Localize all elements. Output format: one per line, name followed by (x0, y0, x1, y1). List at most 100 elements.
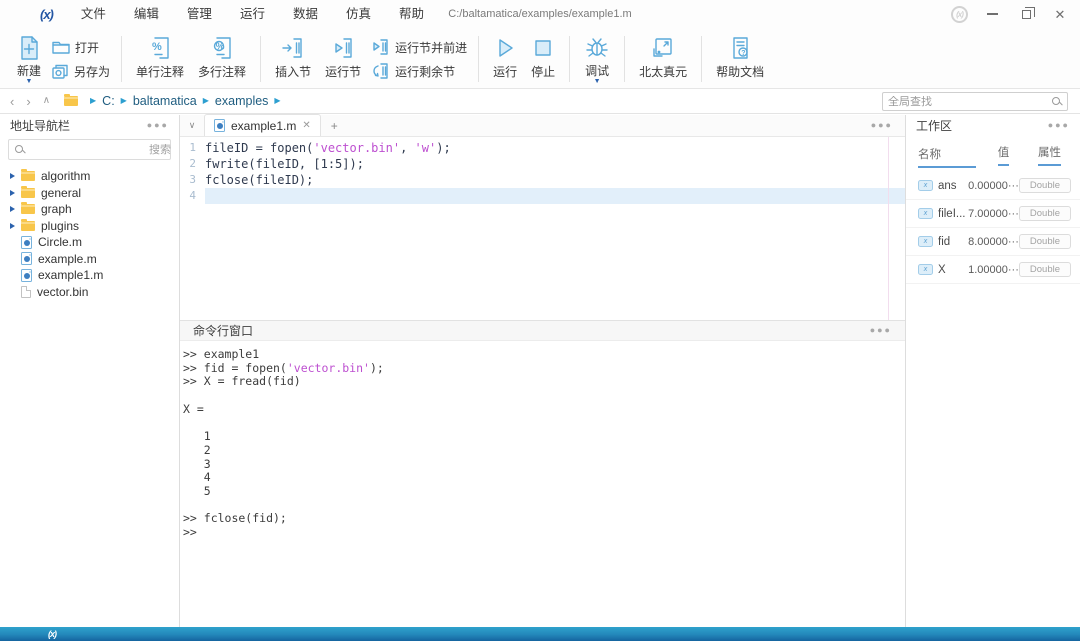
breadcrumb-arrow-icon: ▶ (121, 97, 127, 105)
new-file-icon (17, 34, 41, 61)
workspace-row-fileI[interactable]: xfileI...7.00000···Double (906, 200, 1080, 228)
code-line-1[interactable]: 1fileID = fopen('vector.bin', 'w'); (180, 140, 905, 156)
code-area[interactable]: 1fileID = fopen('vector.bin', 'w');2fwri… (180, 137, 905, 320)
single-line-comment-button[interactable]: % 单行注释 (129, 33, 191, 85)
menu-item-2[interactable]: 编辑 (120, 0, 173, 28)
file-navigator-menu-button[interactable]: ●●● (147, 121, 169, 130)
column-header-attr[interactable]: 属性 (1031, 144, 1068, 170)
close-button[interactable]: ✕ (1050, 4, 1070, 24)
code-line-3[interactable]: 3fclose(fileID); (180, 172, 905, 188)
command-line-7: 1 (183, 430, 905, 444)
new-file-button[interactable]: 新建 ▼ (10, 33, 48, 85)
multi-comment-icon: % (211, 34, 233, 62)
insert-section-button[interactable]: 插入节 (268, 33, 318, 85)
type-badge: Double (1019, 178, 1071, 194)
expand-arrow-icon[interactable] (10, 173, 15, 179)
code-line-4[interactable]: 4 (180, 188, 905, 204)
tab-close-icon[interactable]: ✕ (302, 120, 310, 131)
tab-list-chevron-icon[interactable]: ∨ (180, 120, 204, 131)
column-header-value[interactable]: 值 (976, 144, 1031, 170)
menu-item-3[interactable]: 管理 (173, 0, 226, 28)
code-line-content: fileID = fopen('vector.bin', 'w'); (205, 140, 905, 156)
file-search-box[interactable] (8, 139, 171, 160)
toolbar-separator (478, 36, 479, 82)
breadcrumb-segment[interactable]: examples (215, 94, 269, 108)
command-line-10: 4 (183, 471, 905, 485)
nav-back-button[interactable]: ‹ (10, 95, 14, 108)
debug-button[interactable]: 调试 ▼ (577, 33, 617, 85)
file-tree: algorithmgeneralgraphpluginsCircle.mexam… (0, 166, 179, 627)
open-button[interactable]: 打开 (52, 39, 110, 56)
tree-folder-general[interactable]: general (0, 185, 179, 202)
global-search-box[interactable] (882, 92, 1068, 111)
new-tab-button[interactable]: + (331, 119, 338, 133)
tree-file-example1.m[interactable]: example1.m (0, 267, 179, 284)
nav-forward-button[interactable]: › (26, 95, 30, 108)
expand-arrow-icon[interactable] (10, 223, 15, 229)
run-section-icon (331, 34, 355, 62)
workspace-row-ans[interactable]: xans0.00000···Double (906, 172, 1080, 200)
variable-icon: x (918, 264, 933, 275)
restore-button[interactable] (1016, 4, 1036, 24)
run-remaining-sections-button[interactable]: 运行剩余节 (372, 63, 467, 80)
beitai-button[interactable]: 北太真元 (632, 33, 694, 85)
tree-item-label: algorithm (41, 169, 90, 183)
variable-name: fid (938, 236, 968, 248)
workspace-row-X[interactable]: xX1.00000···Double (906, 256, 1080, 284)
tree-folder-graph[interactable]: graph (0, 201, 179, 218)
command-window-panel: 命令行窗口 ●●● >> example1>> fid = fopen('vec… (180, 320, 905, 627)
menu-item-7[interactable]: 帮助 (385, 0, 438, 28)
tree-folder-plugins[interactable]: plugins (0, 218, 179, 235)
breadcrumb-segment[interactable]: C: (102, 94, 115, 108)
global-search-input[interactable] (888, 96, 1052, 108)
new-dropdown-caret[interactable]: ▼ (26, 79, 33, 84)
breadcrumb[interactable]: ▶C:▶baltamatica▶examples▶ (90, 94, 281, 108)
tab-example1[interactable]: example1.m ✕ (204, 114, 321, 136)
code-line-content: fclose(fileID); (205, 172, 905, 188)
open-folder-icon (52, 40, 70, 54)
type-badge: Double (1019, 234, 1071, 250)
multi-line-comment-button[interactable]: % 多行注释 (191, 33, 253, 85)
command-line-6 (183, 417, 905, 431)
command-window-menu-button[interactable]: ●●● (870, 326, 892, 335)
nav-up-button[interactable]: ∧ (43, 96, 50, 106)
file-search-input[interactable] (29, 144, 171, 156)
variable-value: 7.00000··· (968, 208, 1019, 220)
breadcrumb-segment[interactable]: baltamatica (133, 94, 197, 108)
command-window-output[interactable]: >> example1>> fid = fopen('vector.bin');… (180, 341, 905, 627)
tree-file-vector.bin[interactable]: vector.bin (0, 284, 179, 301)
debug-dropdown-caret[interactable]: ▼ (594, 79, 601, 84)
title-bar: (x) 文件编辑管理运行数据仿真帮助 C:/baltamatica/exampl… (0, 0, 1080, 28)
tree-file-Circle.m[interactable]: Circle.m (0, 234, 179, 251)
run-button[interactable]: 运行 (486, 33, 524, 85)
menu-item-5[interactable]: 数据 (279, 0, 332, 28)
workspace-row-fid[interactable]: xfid8.00000···Double (906, 228, 1080, 256)
toolbar: 新建 ▼ 打开 另存为 % 单行注释 % 多行注释 (0, 28, 1080, 89)
code-line-2[interactable]: 2fwrite(fileID, [1:5]); (180, 156, 905, 172)
tree-folder-algorithm[interactable]: algorithm (0, 168, 179, 185)
column-header-name[interactable]: 名称 (918, 146, 976, 168)
menu-item-1[interactable]: 文件 (67, 0, 120, 28)
file-icon (21, 286, 31, 299)
variable-attr: Double (1019, 234, 1071, 250)
help-doc-icon: ? (729, 34, 751, 62)
help-doc-button[interactable]: ? 帮助文档 (709, 33, 771, 85)
stop-button[interactable]: 停止 (524, 33, 562, 85)
app-logo-ghost-icon: (x) (951, 6, 968, 23)
expand-arrow-icon[interactable] (10, 190, 15, 196)
main-area: 地址导航栏 ●●● algorithmgeneralgraphpluginsCi… (0, 115, 1080, 627)
menu-item-6[interactable]: 仿真 (332, 0, 385, 28)
save-as-button[interactable]: 另存为 (52, 63, 110, 80)
workspace-menu-button[interactable]: ●●● (1048, 121, 1070, 130)
menu-item-4[interactable]: 运行 (226, 0, 279, 28)
run-section-button[interactable]: 运行节 (318, 33, 368, 85)
expand-arrow-icon[interactable] (10, 206, 15, 212)
minimize-button[interactable] (982, 4, 1002, 24)
toolbar-separator (624, 36, 625, 82)
variable-attr: Double (1019, 206, 1071, 222)
current-folder-icon (64, 94, 78, 108)
run-section-advance-button[interactable]: 运行节并前进 (372, 39, 467, 56)
toolbar-separator (701, 36, 702, 82)
editor-menu-button[interactable]: ●●● (871, 121, 893, 130)
tree-file-example.m[interactable]: example.m (0, 251, 179, 268)
